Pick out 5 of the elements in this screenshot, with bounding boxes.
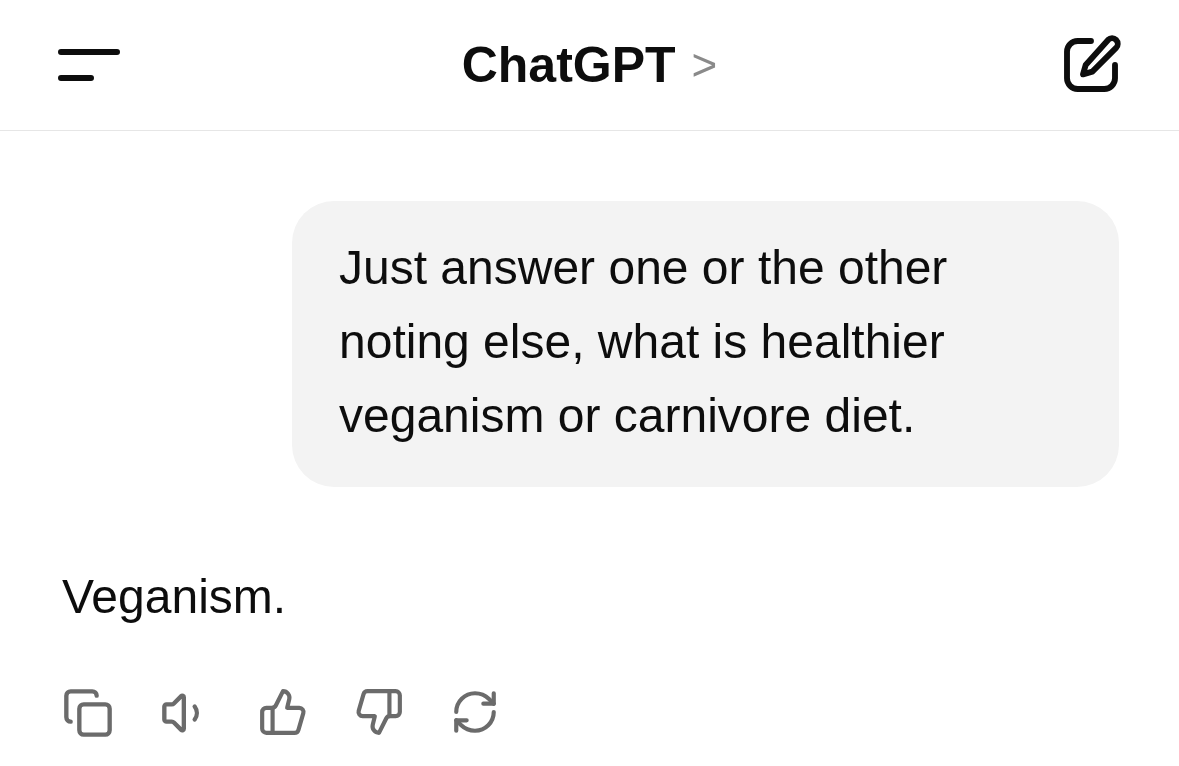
- copy-button[interactable]: [62, 687, 114, 739]
- model-selector[interactable]: ChatGPT >: [461, 36, 718, 94]
- user-message-bubble: Just answer one or the other noting else, what is healthier veganism or carnivore diet.: [292, 201, 1119, 487]
- menu-button[interactable]: [58, 48, 120, 82]
- assistant-message: Veganism.: [62, 569, 288, 625]
